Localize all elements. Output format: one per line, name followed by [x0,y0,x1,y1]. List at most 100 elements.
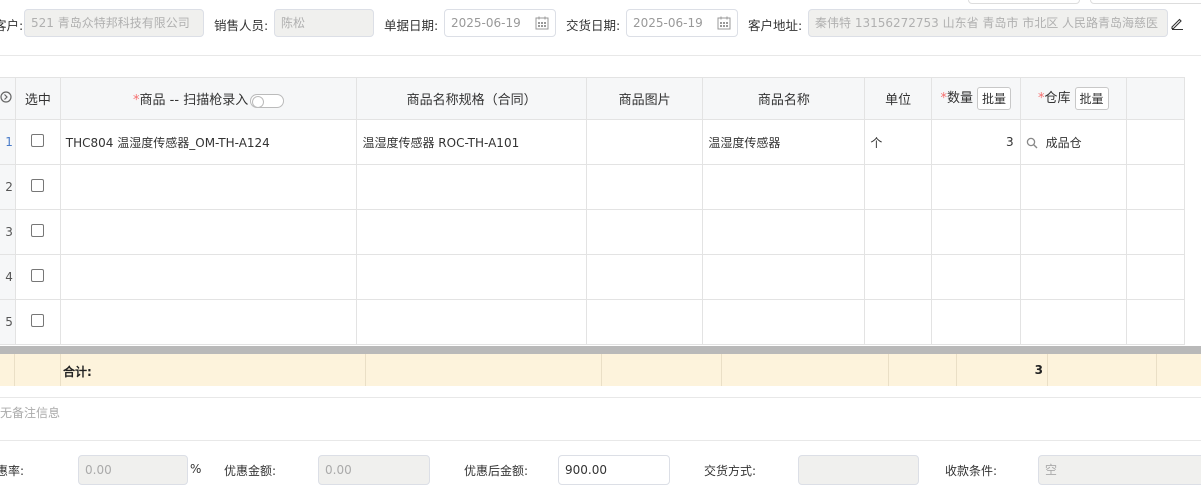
image-cell[interactable] [585,299,704,345]
customer-field[interactable]: 521 青岛众特邦科技有限公司 [24,9,204,37]
search-icon[interactable] [1026,137,1038,149]
summary-row: 合计: 3 [0,354,1201,386]
name-cell[interactable] [702,299,866,345]
spec-cell[interactable] [356,299,587,345]
horizontal-scrollbar[interactable] [0,346,1201,354]
warehouse-cell[interactable] [1019,164,1127,210]
col-header-product-label: 商品 -- 扫描枪录入 [139,93,249,108]
spec-cell[interactable]: 温湿度传感器 ROC-TH-A101 [356,119,587,165]
qty-cell[interactable] [930,164,1021,210]
name-cell[interactable] [702,164,866,210]
row-number: 2 [0,164,16,210]
row-select-cell[interactable] [14,209,61,255]
doc-date-value: 2025-06-19 [451,16,521,30]
edit-icon[interactable] [1170,16,1184,30]
delivery-method-label: 交货方式: [704,464,757,478]
top-tab-edge [968,0,1080,4]
row-select-cell[interactable] [14,164,61,210]
unit-cell[interactable] [864,299,932,345]
spec-cell[interactable] [356,209,587,255]
extra-cell [1125,209,1186,255]
row-number: 3 [0,209,16,255]
extra-cell [1125,254,1186,300]
row-checkbox[interactable] [31,134,45,147]
image-cell[interactable] [585,164,704,210]
warehouse-value: 成品仓 [1045,135,1082,150]
product-cell[interactable] [59,254,358,300]
product-cell[interactable] [59,209,358,255]
qty-cell[interactable] [930,299,1021,345]
unit-cell[interactable] [864,164,932,210]
table-row[interactable]: 1 THC804 温湿度传感器_OM-TH-A124 温湿度传感器 ROC-TH… [0,119,1186,165]
product-cell[interactable] [59,299,358,345]
discount-amount-field[interactable]: 0.00 [318,455,430,485]
product-cell[interactable]: THC804 温湿度传感器_OM-TH-A124 [59,119,358,165]
discount-rate-label: 惠率: [0,464,25,478]
extra-cell [1125,119,1186,165]
column-settings-icon[interactable] [0,90,13,104]
table-row[interactable]: 2 [0,164,1186,210]
after-discount-field[interactable]: 900.00 [558,455,670,485]
remark-text[interactable]: 无备注信息 [0,404,60,421]
name-cell[interactable] [702,254,866,300]
table-row[interactable]: 5 [0,299,1186,345]
table-row[interactable]: 4 [0,254,1186,300]
summary-label: 合计: [63,365,92,379]
delivery-date-field[interactable]: 2025-06-19 [626,9,738,37]
row-checkbox[interactable] [31,224,45,237]
product-cell[interactable] [59,164,358,210]
doc-date-field[interactable]: 2025-06-19 [444,9,556,37]
name-cell[interactable]: 温湿度传感器 [702,119,866,165]
image-cell[interactable] [585,254,704,300]
col-header-product: *商品 -- 扫描枪录入 [59,77,358,120]
divider [0,397,1201,398]
unit-cell[interactable] [864,209,932,255]
col-header-name: 商品名称 [702,77,866,120]
table-row[interactable]: 3 [0,209,1186,255]
delivery-method-field[interactable] [798,455,919,485]
col-header-warehouse-label: 仓库 [1044,91,1071,106]
row-checkbox[interactable] [31,314,45,327]
payment-terms-field[interactable]: 空 [1038,455,1201,485]
customer-label: 客户: [0,18,24,33]
order-items-table: 选中 *商品 -- 扫描枪录入 商品名称规格（合同） 商品图片 商品名称 单位 … [0,77,1186,345]
name-cell[interactable] [702,209,866,255]
row-select-cell[interactable] [14,299,61,345]
col-header-image: 商品图片 [585,77,704,120]
warehouse-cell[interactable] [1019,254,1127,300]
warehouse-cell[interactable]: 成品仓 [1019,119,1127,165]
unit-cell[interactable] [864,254,932,300]
table-header-row: 选中 *商品 -- 扫描枪录入 商品名称规格（合同） 商品图片 商品名称 单位 … [0,77,1186,120]
column-settings-cell[interactable] [0,77,16,120]
spec-cell[interactable] [356,254,587,300]
unit-cell[interactable]: 个 [864,119,932,165]
calendar-icon[interactable] [535,16,549,30]
scanner-toggle[interactable] [250,93,285,108]
qty-cell[interactable] [930,209,1021,255]
top-tab-edge [1090,0,1201,4]
batch-warehouse-button[interactable]: 批量 [1074,87,1109,110]
col-header-qty: *数量 批量 [930,77,1021,120]
calendar-icon[interactable] [717,16,731,30]
warehouse-cell[interactable] [1019,299,1127,345]
row-select-cell[interactable] [14,254,61,300]
payment-terms-label: 收款条件: [945,464,998,478]
divider [0,440,1201,441]
warehouse-cell[interactable] [1019,209,1127,255]
summary-cell [0,354,15,386]
summary-cell [366,354,602,386]
image-cell[interactable] [585,119,704,165]
row-select-cell[interactable] [14,119,61,165]
image-cell[interactable] [585,209,704,255]
row-checkbox[interactable] [31,179,45,192]
discount-rate-field[interactable]: 0.00 [78,455,188,485]
sales-field[interactable]: 陈松 [274,9,374,37]
address-field[interactable]: 秦伟特 13156272753 山东省 青岛市 市北区 人民路青岛海慈医 [808,9,1168,37]
delivery-date-value: 2025-06-19 [633,16,703,30]
col-header-unit: 单位 [864,77,932,120]
row-checkbox[interactable] [31,269,45,282]
qty-cell[interactable]: 3 [930,119,1021,165]
batch-qty-button[interactable]: 批量 [976,87,1011,110]
spec-cell[interactable] [356,164,587,210]
qty-cell[interactable] [930,254,1021,300]
